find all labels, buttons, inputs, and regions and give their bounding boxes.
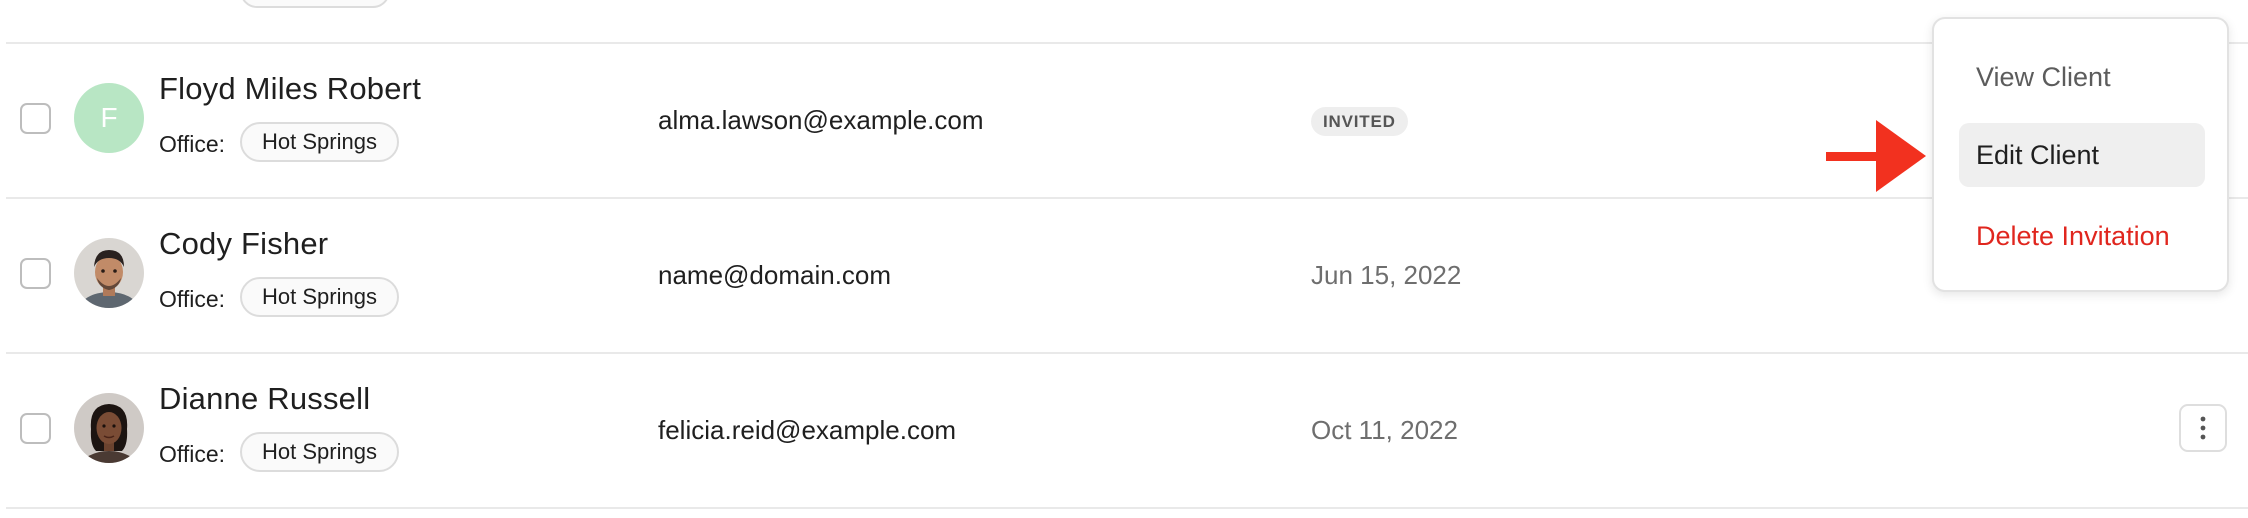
client-date: Oct 11, 2022 [1311,415,1458,445]
office-tag: Hot Springs [240,432,399,472]
client-name[interactable]: Floyd Miles Robert [159,71,421,107]
avatar [74,238,144,308]
row-actions-dropdown: View Client Edit Client Delete Invitatio… [1932,17,2229,292]
office-label: Office: [159,441,226,467]
status-badge: INVITED [1311,107,1408,136]
client-name[interactable]: Cody Fisher [159,226,328,262]
client-email: name@domain.com [658,260,892,290]
office-label: Office: [159,286,226,312]
row-actions-button[interactable] [2179,404,2227,452]
table-row: Dianne Russell Office: Hot Springs felic… [0,353,2248,507]
menu-item-view-client[interactable]: View Client [1959,45,2205,109]
arrow-right-icon [1826,120,1926,192]
office-tag: Hot Springs [240,122,399,162]
avatar [74,393,144,463]
row-divider [6,507,2248,509]
more-vertical-icon [2200,416,2206,440]
avatar-photo [74,238,144,308]
client-email: alma.lawson@example.com [658,105,984,135]
avatar-photo [74,393,144,463]
menu-item-delete-invitation[interactable]: Delete Invitation [1959,204,2205,268]
client-date: Jun 15, 2022 [1311,260,1462,290]
clients-table: F Floyd Miles Robert Office: Hot Springs… [0,0,2248,518]
client-name[interactable]: Dianne Russell [159,381,370,417]
client-email: felicia.reid@example.com [658,415,957,445]
avatar-initial: F [100,102,118,133]
row-checkbox[interactable] [20,413,51,444]
avatar: F [74,83,144,153]
office-tag-previous-row [240,0,390,8]
row-checkbox[interactable] [20,258,51,289]
table-row: Cody Fisher Office: Hot Springs name@dom… [0,198,2248,352]
menu-item-edit-client[interactable]: Edit Client [1959,123,2205,187]
office-tag: Hot Springs [240,277,399,317]
row-checkbox[interactable] [20,103,51,134]
office-label: Office: [159,131,226,157]
